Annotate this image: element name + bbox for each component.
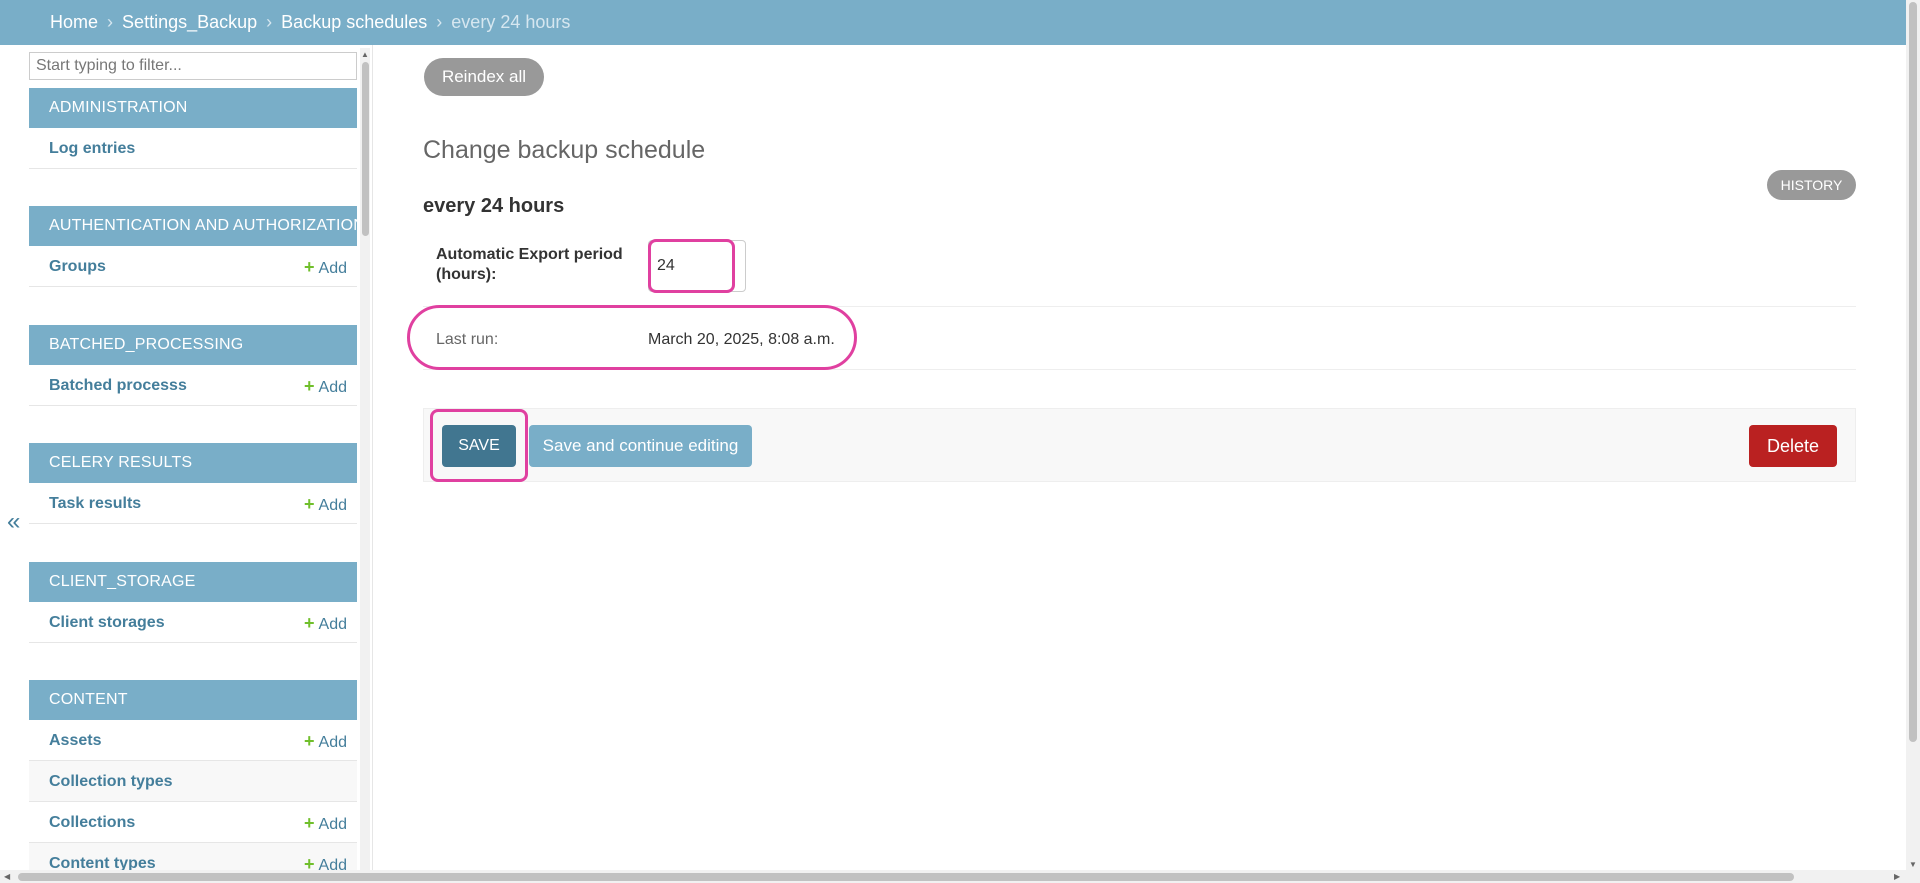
scroll-down-arrow-icon[interactable]: ▼ bbox=[1909, 860, 1917, 869]
sidebar-item-content-types[interactable]: Content types + Add bbox=[29, 843, 357, 870]
history-button[interactable]: History bbox=[1767, 170, 1856, 200]
last-run-value: March 20, 2025, 8:08 a.m. bbox=[648, 331, 835, 348]
sidebar-item-client-storages[interactable]: Client storages + Add bbox=[29, 602, 357, 643]
breadcrumb-separator: › bbox=[266, 12, 273, 32]
export-period-input[interactable] bbox=[648, 240, 746, 292]
sidebar-item-label[interactable]: Content types bbox=[49, 855, 156, 870]
form-row-divider bbox=[423, 306, 1856, 307]
add-label: Add bbox=[318, 379, 347, 396]
scroll-up-arrow-icon[interactable]: ▲ bbox=[361, 50, 369, 59]
sidebar-item-label[interactable]: Groups bbox=[49, 258, 106, 276]
scroll-right-arrow-icon[interactable]: ▶ bbox=[1894, 872, 1900, 881]
sidebar-item-batched-processs[interactable]: Batched processs + Add bbox=[29, 365, 357, 406]
sidebar-item-assets[interactable]: Assets + Add bbox=[29, 720, 357, 761]
sidebar-item-label[interactable]: Assets bbox=[49, 732, 101, 750]
add-link[interactable]: + Add bbox=[304, 613, 347, 634]
nav-sidebar: Administration Log entries Authenticatio… bbox=[29, 45, 358, 870]
breadcrumb-home[interactable]: Home bbox=[50, 12, 98, 32]
add-label: Add bbox=[318, 260, 347, 277]
plus-icon: + bbox=[304, 731, 315, 751]
object-title: every 24 hours bbox=[423, 195, 565, 217]
add-link[interactable]: + Add bbox=[304, 813, 347, 834]
delete-button[interactable]: Delete bbox=[1749, 425, 1837, 467]
plus-icon: + bbox=[304, 376, 315, 396]
sidebar-item-label[interactable]: Client storages bbox=[49, 614, 165, 632]
add-label: Add bbox=[318, 497, 347, 514]
save-button[interactable]: Save bbox=[442, 425, 516, 467]
sidebar-item-groups[interactable]: Groups + Add bbox=[29, 246, 357, 287]
sidebar-divider bbox=[372, 45, 373, 870]
add-label: Add bbox=[318, 616, 347, 633]
sidebar-filter-input[interactable] bbox=[29, 52, 357, 80]
sidebar-item-label[interactable]: Log entries bbox=[49, 140, 135, 158]
form-row-divider bbox=[423, 369, 1856, 370]
breadcrumb: Home › Settings_Backup › Backup schedule… bbox=[0, 0, 1920, 45]
page-title: Change backup schedule bbox=[423, 136, 706, 164]
breadcrumb-separator: › bbox=[107, 12, 114, 32]
add-link[interactable]: + Add bbox=[304, 731, 347, 752]
sidebar-item-log-entries[interactable]: Log entries bbox=[29, 128, 357, 169]
save-and-continue-button[interactable]: Save and continue editing bbox=[529, 425, 752, 467]
app-header-authentication[interactable]: Authentication and Authorization bbox=[29, 206, 357, 246]
add-link[interactable]: + Add bbox=[304, 494, 347, 515]
page-horizontal-scrollbar-thumb[interactable] bbox=[18, 873, 1794, 881]
sidebar-scrollbar-thumb[interactable] bbox=[362, 62, 369, 236]
plus-icon: + bbox=[304, 613, 315, 633]
app-header-content[interactable]: Content bbox=[29, 680, 357, 720]
last-run-label: Last run: bbox=[436, 331, 499, 348]
export-period-label: Automatic Export period (hours): bbox=[436, 246, 623, 283]
plus-icon: + bbox=[304, 494, 315, 514]
scroll-left-arrow-icon[interactable]: ◀ bbox=[4, 872, 10, 881]
breadcrumb-current: every 24 hours bbox=[451, 12, 571, 32]
plus-icon: + bbox=[304, 813, 315, 833]
app-header-administration[interactable]: Administration bbox=[29, 88, 357, 128]
sidebar-item-collections[interactable]: Collections + Add bbox=[29, 802, 357, 843]
app-header-client-storage[interactable]: Client_Storage bbox=[29, 562, 357, 602]
app-header-celery-results[interactable]: Celery Results bbox=[29, 443, 357, 483]
add-label: Add bbox=[318, 857, 347, 870]
sidebar-item-label[interactable]: Collections bbox=[49, 814, 135, 832]
app-header-batched-processing[interactable]: Batched_Processing bbox=[29, 325, 357, 365]
sidebar-item-label[interactable]: Task results bbox=[49, 495, 141, 513]
add-label: Add bbox=[318, 816, 347, 833]
breadcrumb-app[interactable]: Settings_Backup bbox=[122, 12, 257, 32]
add-link[interactable]: + Add bbox=[304, 257, 347, 278]
plus-icon: + bbox=[304, 854, 315, 870]
sidebar-item-label[interactable]: Collection types bbox=[49, 773, 173, 791]
breadcrumb-separator: › bbox=[436, 12, 443, 32]
add-label: Add bbox=[318, 734, 347, 751]
reindex-all-button[interactable]: Reindex all bbox=[424, 58, 544, 96]
sidebar-item-label[interactable]: Batched processs bbox=[49, 377, 187, 395]
page-vertical-scrollbar-thumb[interactable] bbox=[1909, 2, 1917, 742]
sidebar-collapse-toggle[interactable]: « bbox=[7, 508, 20, 536]
sidebar-item-task-results[interactable]: Task results + Add bbox=[29, 483, 357, 524]
add-link[interactable]: + Add bbox=[304, 854, 347, 870]
breadcrumb-model[interactable]: Backup schedules bbox=[281, 12, 427, 32]
plus-icon: + bbox=[304, 257, 315, 277]
sidebar-item-collection-types[interactable]: Collection types bbox=[29, 761, 357, 802]
add-link[interactable]: + Add bbox=[304, 376, 347, 397]
